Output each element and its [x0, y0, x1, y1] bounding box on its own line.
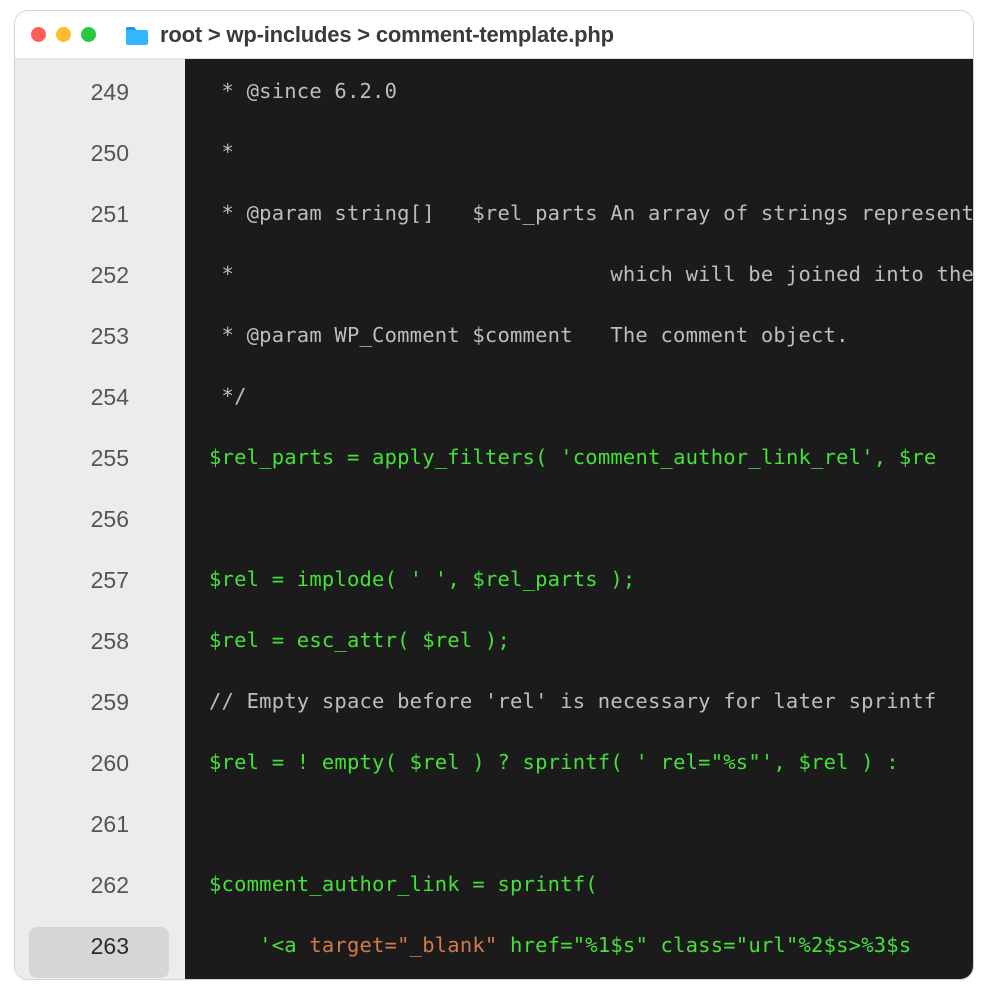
code-line[interactable]: // Empty space before 'rel' is necessary…	[185, 683, 973, 744]
code-token: ' '	[410, 567, 448, 591]
code-token: href="%1$s" class="url"%2$s>%3$s	[497, 933, 911, 957]
code-text: * which will be joined into the	[185, 262, 973, 287]
code-text: * @since 6.2.0	[185, 79, 397, 104]
code-line[interactable]: $comment_author_link = sprintf(	[185, 866, 973, 927]
gutter-row[interactable]: 251	[15, 195, 185, 256]
code-text: $rel = implode( ' ', $rel_parts );	[185, 567, 635, 592]
line-number: 251	[15, 201, 135, 228]
code-token: * @param string[] $rel_parts An array of…	[209, 201, 973, 225]
code-line[interactable]: *	[185, 134, 973, 195]
code-text: $rel = ! empty( $rel ) ? sprintf( ' rel=…	[185, 750, 899, 775]
code-text: $rel_parts = apply_filters( 'comment_aut…	[185, 445, 936, 470]
code-line[interactable]: $rel = esc_attr( $rel );	[185, 622, 973, 683]
folder-icon	[124, 25, 150, 45]
titlebar: root > wp-includes > comment-template.ph…	[15, 11, 973, 59]
gutter-row[interactable]: 262	[15, 866, 185, 927]
code-line[interactable]: * @param string[] $rel_parts An array of…	[185, 195, 973, 256]
gutter-row[interactable]: 252	[15, 256, 185, 317]
line-number: 255	[15, 445, 135, 472]
code-text: */	[185, 384, 247, 409]
line-number: 258	[15, 628, 135, 655]
gutter-row[interactable]: 259	[15, 683, 185, 744]
editor-body: 249 250 251 252 253 254 255 256 257 258 259 260 261 2…	[15, 59, 973, 979]
code-token: , $re	[874, 445, 937, 469]
breadcrumb: root > wp-includes > comment-template.ph…	[160, 22, 614, 48]
line-number: 257	[15, 567, 135, 594]
code-token: , $rel_parts );	[447, 567, 635, 591]
line-number: 254	[15, 384, 135, 411]
code-text: * @param WP_Comment $comment The comment…	[185, 323, 849, 348]
code-text: // Empty space before 'rel' is necessary…	[185, 689, 936, 714]
code-line[interactable]: * @since 6.2.0	[185, 73, 973, 134]
traffic-lights	[31, 27, 96, 42]
code-line[interactable]: * which will be joined into the	[185, 256, 973, 317]
code-line[interactable]	[185, 500, 973, 561]
code-token: * @param WP_Comment $comment The comment…	[209, 323, 849, 347]
code-token: 'comment_author_link_rel'	[560, 445, 874, 469]
gutter-row[interactable]: 257	[15, 561, 185, 622]
code-token: , $rel ) :	[773, 750, 898, 774]
zoom-icon[interactable]	[81, 27, 96, 42]
line-number: 252	[15, 262, 135, 289]
line-number: 259	[15, 689, 135, 716]
line-number-gutter: 249 250 251 252 253 254 255 256 257 258 259 260 261 2…	[15, 59, 185, 979]
gutter-row[interactable]: 263	[15, 927, 185, 980]
code-text: $rel = esc_attr( $rel );	[185, 628, 510, 653]
code-line[interactable]: $rel = ! empty( $rel ) ? sprintf( ' rel=…	[185, 744, 973, 805]
code-text: $comment_author_link = sprintf(	[185, 872, 598, 897]
line-number: 250	[15, 140, 135, 167]
line-number: 256	[15, 506, 135, 533]
code-line[interactable]	[185, 805, 973, 866]
code-line[interactable]: '<a target="_blank" href="%1$s" class="u…	[185, 927, 973, 979]
gutter-row[interactable]: 261	[15, 805, 185, 866]
code-token: // Empty space before 'rel' is necessary…	[209, 689, 936, 713]
gutter-row[interactable]: 255	[15, 439, 185, 500]
code-text: * @param string[] $rel_parts An array of…	[185, 201, 973, 226]
code-token: ' rel="%s"'	[635, 750, 773, 774]
gutter-row[interactable]: 254	[15, 378, 185, 439]
gutter-row[interactable]: 260	[15, 744, 185, 805]
editor-window: root > wp-includes > comment-template.ph…	[14, 10, 974, 980]
code-text: '<a target="_blank" href="%1$s" class="u…	[185, 933, 911, 958]
gutter-row[interactable]: 258	[15, 622, 185, 683]
code-line[interactable]: $rel_parts = apply_filters( 'comment_aut…	[185, 439, 973, 500]
minimize-icon[interactable]	[56, 27, 71, 42]
code-line[interactable]: * @param WP_Comment $comment The comment…	[185, 317, 973, 378]
code-line[interactable]: $rel = implode( ' ', $rel_parts );	[185, 561, 973, 622]
code-token: $rel_parts = apply_filters(	[209, 445, 560, 469]
code-token: target="_blank"	[309, 933, 497, 957]
code-token: $rel = esc_attr( $rel );	[209, 628, 510, 652]
line-number: 263	[15, 933, 135, 960]
code-text: *	[185, 140, 234, 165]
code-token: * which will be joined into the	[209, 262, 973, 286]
code-line[interactable]: */	[185, 378, 973, 439]
code-token: * @since 6.2.0	[209, 79, 397, 103]
code-token: */	[209, 384, 247, 408]
line-number: 261	[15, 811, 135, 838]
gutter-row[interactable]: 249	[15, 73, 185, 134]
code-token: *	[209, 140, 234, 164]
gutter-row[interactable]: 256	[15, 500, 185, 561]
line-number: 253	[15, 323, 135, 350]
gutter-row[interactable]: 253	[15, 317, 185, 378]
line-number: 249	[15, 79, 135, 106]
code-area[interactable]: * @since 6.2.0 * * @param string[] $rel_…	[185, 59, 973, 979]
line-number: 260	[15, 750, 135, 777]
line-number: 262	[15, 872, 135, 899]
code-token: $rel = implode(	[209, 567, 410, 591]
code-token: $rel = ! empty( $rel ) ? sprintf(	[209, 750, 635, 774]
code-token: $comment_author_link = sprintf(	[209, 872, 598, 896]
gutter-row[interactable]: 250	[15, 134, 185, 195]
code-token: '<a	[209, 933, 309, 957]
close-icon[interactable]	[31, 27, 46, 42]
